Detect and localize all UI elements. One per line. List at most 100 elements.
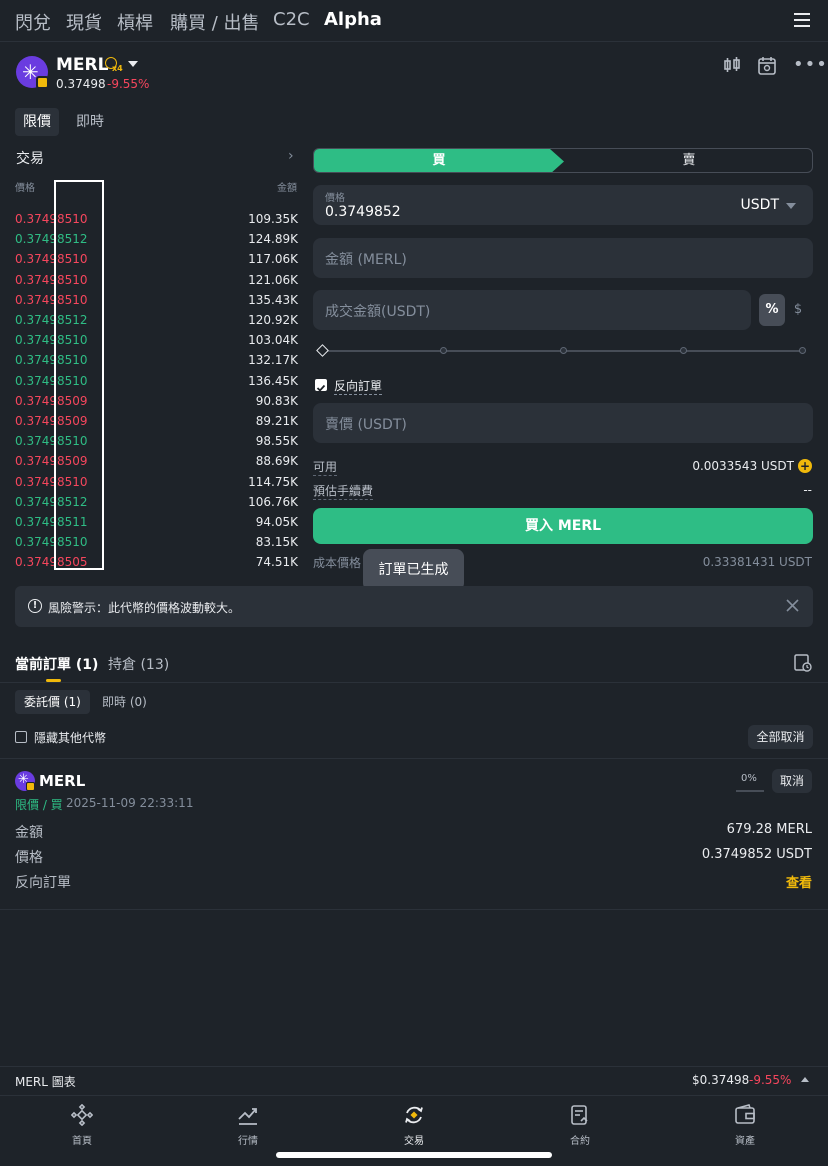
cost-price-value: 0.33381431 USDT <box>702 555 812 569</box>
order-price-label: 價格 <box>15 850 43 866</box>
cost-price-label: 成本價格 <box>313 556 362 570</box>
alpha-badge-icon <box>26 782 35 791</box>
sell-price-field[interactable]: 賣價 (USDT) <box>313 403 813 443</box>
orderbook-price-header: 價格 <box>15 183 35 194</box>
orderbook-amount: 88.69K <box>255 454 298 469</box>
orderbook-amount: 120.92K <box>248 313 298 327</box>
orderbook-amount: 136.45K <box>248 373 298 388</box>
order-history-icon[interactable] <box>794 654 812 672</box>
chart-bar-change: -9.55% <box>749 1073 792 1087</box>
order-time: 2025-11-09 22:33:11 <box>66 796 194 810</box>
token-name[interactable]: MERL <box>56 55 108 75</box>
tab-c2c[interactable]: C2C <box>273 9 310 30</box>
futures-icon <box>571 1105 588 1125</box>
nav-futures[interactable]: 合約 <box>545 1104 615 1147</box>
nav-trade[interactable]: 交易 <box>379 1104 449 1147</box>
chevron-right-icon[interactable]: › <box>288 148 294 164</box>
orderbook-amount: 83.15K <box>255 535 298 550</box>
view-reverse-link[interactable]: 查看 <box>786 872 812 891</box>
divider <box>0 1095 828 1096</box>
cancel-all-button[interactable]: 全部取消 <box>748 725 813 749</box>
fee-label: 預估手續費 <box>313 484 374 500</box>
price-value[interactable]: 0.3749852 <box>325 204 401 220</box>
slider-dot-50[interactable] <box>560 347 567 354</box>
orderbook-amount: 90.83K <box>255 393 298 408</box>
sell-tab[interactable]: 賣 <box>564 149 812 172</box>
chevron-down-icon[interactable] <box>128 61 138 67</box>
candlestick-icon[interactable] <box>723 56 741 74</box>
order-type-limit[interactable]: 限價 <box>15 108 59 136</box>
token-logo: ✳ <box>16 56 49 89</box>
divider <box>0 909 828 910</box>
chart-bar-price: $0.37498 <box>692 1073 750 1087</box>
sub-tab-instant[interactable]: 即時 (0) <box>93 690 156 714</box>
chevron-up-icon[interactable] <box>801 1077 809 1082</box>
orderbook-amount: 89.21K <box>255 414 298 428</box>
hide-others-checkbox[interactable] <box>15 731 27 743</box>
tab-swap[interactable]: 閃兌 <box>15 9 51 35</box>
dollar-toggle[interactable]: $ <box>787 294 809 326</box>
reverse-order-checkbox[interactable] <box>315 379 327 392</box>
orderbook-amount: 109.35K <box>248 212 298 226</box>
orderbook-amount: 106.76K <box>248 494 298 509</box>
slider-handle[interactable] <box>316 344 329 357</box>
orderbook-title[interactable]: 交易 <box>16 148 44 168</box>
order-type-instant[interactable]: 即時 <box>68 108 112 136</box>
tab-buy-sell[interactable]: 購買 / 出售 <box>170 9 260 35</box>
top-navigation: 閃兌 現貨 槓桿 購買 / 出售 C2C Alpha <box>0 0 828 42</box>
tab-spot[interactable]: 現貨 <box>66 9 102 35</box>
orderbook-amount: 114.75K <box>248 474 298 489</box>
risk-warning-banner: ! 風險警示：此代幣的價格波動較大。 <box>15 586 813 627</box>
total-field[interactable]: 成交金額(USDT) <box>313 290 751 330</box>
orderbook-amount: 132.17K <box>248 353 298 368</box>
orderbook-amount: 103.04K <box>248 333 298 348</box>
percent-toggle[interactable]: % <box>759 294 785 326</box>
tab-alpha[interactable]: Alpha <box>324 9 382 30</box>
more-icon[interactable]: ••• <box>793 54 828 75</box>
order-created-toast: 訂單已生成 <box>363 549 464 591</box>
currency-dropdown-icon[interactable] <box>786 203 796 209</box>
token-multiplier: x4 <box>112 64 123 73</box>
highlight-box <box>54 180 104 570</box>
chart-bar-label[interactable]: MERL 圖表 <box>15 1073 76 1090</box>
order-reverse-label: 反向訂單 <box>15 875 71 891</box>
tab-holdings[interactable]: 持倉 (13) <box>108 654 169 674</box>
orderbook-amount: 94.05K <box>255 515 298 529</box>
token-change: -9.55% <box>107 77 150 91</box>
quote-currency[interactable]: USDT <box>741 197 779 213</box>
order-amount-label: 金額 <box>15 825 43 841</box>
nav-markets[interactable]: 行情 <box>213 1104 283 1147</box>
orderbook-amount-header: 金額 <box>277 183 297 194</box>
add-funds-icon[interactable]: + <box>798 459 812 473</box>
token-price: 0.37498 <box>56 77 106 91</box>
price-field[interactable]: 價格 0.3749852 USDT <box>313 185 813 225</box>
close-icon[interactable] <box>786 599 799 612</box>
amount-field[interactable]: 金額 (MERL) <box>313 238 813 278</box>
divider <box>0 758 828 759</box>
nav-markets-label: 行情 <box>238 1136 258 1147</box>
slider-dot-25[interactable] <box>440 347 447 354</box>
reverse-order-label[interactable]: 反向訂單 <box>334 377 383 395</box>
orderbook-amount: 135.43K <box>248 292 298 307</box>
buy-merl-button[interactable]: 買入 MERL <box>313 508 813 544</box>
available-value: 0.0033543 USDT <box>692 459 794 473</box>
tab-current-orders[interactable]: 當前訂單 (1) <box>15 654 98 674</box>
orderbook-amount: 121.06K <box>248 272 298 287</box>
cancel-order-button[interactable]: 取消 <box>772 769 812 793</box>
nav-assets-label: 資產 <box>735 1136 755 1147</box>
alpha-badge-icon <box>36 76 49 89</box>
nav-assets[interactable]: 資產 <box>710 1104 780 1147</box>
order-type: 限價 / 買 <box>15 798 63 812</box>
buy-tab[interactable]: 買 <box>314 149 564 172</box>
slider-dot-75[interactable] <box>680 347 687 354</box>
calendar-search-icon[interactable] <box>757 56 777 76</box>
slider-dot-100[interactable] <box>799 347 806 354</box>
tab-margin[interactable]: 槓桿 <box>117 9 153 35</box>
home-indicator[interactable] <box>276 1152 552 1158</box>
nav-home[interactable]: 首頁 <box>47 1104 117 1147</box>
menu-icon[interactable] <box>794 13 810 27</box>
trade-icon <box>405 1106 423 1124</box>
amount-placeholder: 金額 (MERL) <box>325 252 407 268</box>
sub-tab-limit[interactable]: 委託價 (1) <box>15 690 90 714</box>
check-icon <box>316 384 326 392</box>
